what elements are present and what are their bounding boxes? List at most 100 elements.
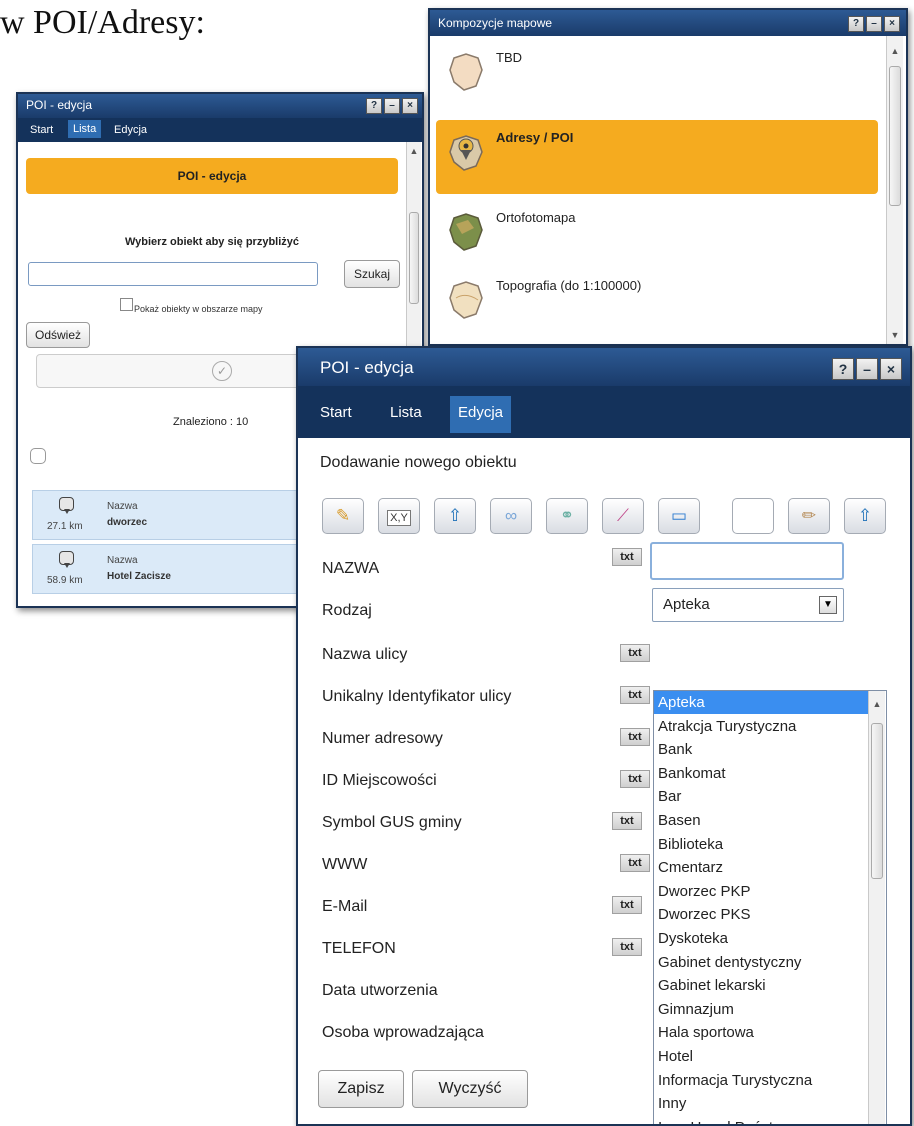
dropdown-option[interactable]: Basen (654, 809, 882, 832)
txt-badge[interactable]: txt (612, 938, 642, 956)
dropdown-option[interactable]: Inny (654, 1092, 882, 1115)
dropdown-option[interactable]: Hotel (654, 1045, 882, 1068)
dropdown-option[interactable]: Dyskoteka (654, 927, 882, 950)
field-label-osoba: Osoba wprowadzająca (322, 1024, 484, 1041)
search-input[interactable] (28, 262, 318, 286)
window-title: POI - edycja (320, 358, 414, 377)
txt-badge[interactable]: txt (620, 770, 650, 788)
chart-edit-icon[interactable]: ⟋ (602, 498, 644, 534)
txt-badge[interactable]: txt (620, 854, 650, 872)
link-shapes-icon[interactable]: ⚭ (546, 498, 588, 534)
rectangle-icon[interactable]: ▭ (658, 498, 700, 534)
dropdown-scrollbar[interactable]: ▲ ▼ (868, 691, 885, 1124)
dropdown-option[interactable]: Dworzec PKP (654, 880, 882, 903)
scroll-thumb[interactable] (889, 66, 901, 206)
xy-icon[interactable]: X,Y (378, 498, 420, 534)
minimize-button[interactable]: – (384, 98, 400, 114)
dropdown-option[interactable]: Gimnazjum (654, 998, 882, 1021)
scroll-thumb[interactable] (871, 723, 883, 879)
field-label-www: WWW (322, 856, 368, 873)
scroll-up-icon[interactable]: ▲ (407, 146, 421, 156)
tab-lista[interactable]: Lista (390, 404, 422, 421)
save-button[interactable]: Zapisz (318, 1070, 404, 1108)
map-pin-region-icon (449, 135, 483, 171)
dropdown-option[interactable]: Biblioteka (654, 833, 882, 856)
title-bar[interactable]: Kompozycje mapowe ? – × (430, 10, 906, 36)
topography-map-icon (449, 281, 483, 319)
dropdown-option[interactable]: Atrakcja Turystyczna (654, 715, 882, 738)
show-in-map-checkbox[interactable] (120, 298, 133, 311)
refresh-button[interactable]: Odśwież (26, 322, 90, 348)
composition-item[interactable]: Ortofotomapa (436, 200, 878, 274)
txt-badge[interactable]: txt (620, 644, 650, 662)
scroll-thumb[interactable] (409, 212, 419, 304)
help-button[interactable]: ? (366, 98, 382, 114)
field-label-id-miejscowosci: ID Miejscowości (322, 772, 437, 789)
compositions-scrollbar[interactable]: ▲ ▼ (886, 36, 903, 344)
item-distance: 27.1 km (47, 521, 83, 532)
field-label-identyfikator-ulicy: Unikalny Identyfikator ulicy (322, 688, 512, 705)
rodzaj-selected-value: Apteka (663, 596, 710, 613)
field-label-symbol-gus: Symbol GUS gminy (322, 814, 462, 831)
dropdown-option[interactable]: Apteka (654, 691, 882, 714)
title-bar[interactable]: POI - edycja ? – × (18, 94, 422, 118)
tab-start[interactable]: Start (320, 404, 352, 421)
field-label-nazwa: NAZWA (322, 560, 380, 577)
panel-header: POI - edycja (26, 158, 398, 194)
dropdown-option[interactable]: Informacja Turystyczna (654, 1069, 882, 1092)
nazwa-input[interactable] (650, 542, 844, 580)
minimize-button[interactable]: – (866, 16, 882, 32)
dropdown-option[interactable]: Bankomat (654, 762, 882, 785)
composition-label: Ortofotomapa (496, 210, 576, 225)
orthophoto-map-icon (449, 213, 483, 251)
txt-badge[interactable]: txt (612, 548, 642, 566)
txt-badge[interactable]: txt (612, 896, 642, 914)
dropdown-option[interactable]: Inny Urząd Państwowy (654, 1116, 882, 1124)
edit-icon[interactable]: ✏ (788, 498, 830, 534)
dropdown-option[interactable]: Hala sportowa (654, 1021, 882, 1044)
item-label: Nazwa (107, 501, 138, 512)
link-icon[interactable]: ∞ (490, 498, 532, 534)
map-pin-icon (59, 551, 74, 568)
chevron-down-icon[interactable]: ▼ (819, 596, 837, 614)
dropdown-option[interactable]: Bank (654, 738, 882, 761)
tab-edycja[interactable]: Edycja (110, 122, 151, 138)
scroll-down-icon[interactable]: ▼ (887, 330, 903, 340)
tab-edycja[interactable]: Edycja (450, 396, 512, 433)
title-bar[interactable]: POI - edycja ? – × (298, 348, 910, 386)
upload-icon[interactable]: ⇧ (844, 498, 886, 534)
search-button[interactable]: Szukaj (344, 260, 400, 288)
scroll-up-icon[interactable]: ▲ (887, 46, 903, 56)
dropdown-option[interactable]: Gabinet dentystyczny (654, 951, 882, 974)
composition-item[interactable]: Topografia (do 1:100000) (436, 268, 878, 342)
txt-badge[interactable]: txt (620, 686, 650, 704)
help-button[interactable]: ? (832, 358, 854, 380)
txt-badge[interactable]: txt (620, 728, 650, 746)
minimize-button[interactable]: – (856, 358, 878, 380)
tab-start[interactable]: Start (26, 122, 57, 138)
clear-button[interactable]: Wyczyść (412, 1070, 528, 1108)
upload-icon[interactable]: ⇧ (434, 498, 476, 534)
close-button[interactable]: × (402, 98, 418, 114)
dropdown-option[interactable]: Gabinet lekarski (654, 974, 882, 997)
dropdown-option[interactable]: Bar (654, 785, 882, 808)
close-button[interactable]: × (880, 358, 902, 380)
scroll-up-icon[interactable]: ▲ (869, 699, 885, 709)
composition-item[interactable]: TBD (436, 40, 878, 114)
pencil-icon[interactable]: ✎ (322, 498, 364, 534)
composition-item-selected[interactable]: Adresy / POI (436, 120, 878, 194)
item-label: Nazwa (107, 555, 138, 566)
window-title: POI - edycja (26, 98, 93, 112)
rodzaj-dropdown-list: Apteka Atrakcja Turystyczna Bank Bankomat Ba… (653, 690, 887, 1124)
dropdown-option[interactable]: Dworzec PKS (654, 903, 882, 926)
blank-tool-button[interactable] (732, 498, 774, 534)
txt-badge[interactable]: txt (612, 812, 642, 830)
rodzaj-select[interactable]: Apteka ▼ (652, 588, 844, 622)
close-button[interactable]: × (884, 16, 900, 32)
map-pin-icon (59, 497, 74, 514)
dropdown-option[interactable]: Cmentarz (654, 856, 882, 879)
select-all-toggle[interactable] (30, 448, 46, 464)
tab-lista[interactable]: Lista (68, 120, 102, 138)
checkbox-label: Pokaż obiekty w obszarze mapy (134, 304, 263, 314)
help-button[interactable]: ? (848, 16, 864, 32)
